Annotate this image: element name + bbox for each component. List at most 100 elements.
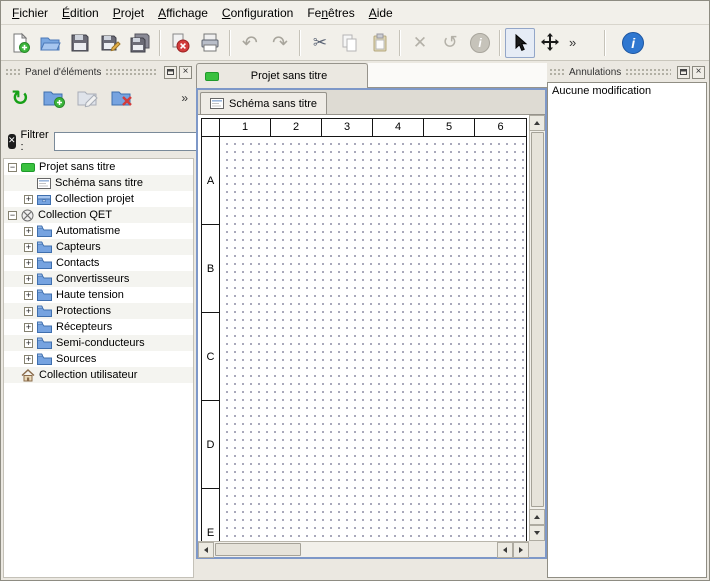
tree-item-label: Collection QET xyxy=(38,209,112,221)
expand-expander-icon[interactable]: + xyxy=(24,227,33,236)
horizontal-scrollbar[interactable] xyxy=(198,541,529,557)
menu-aide[interactable]: Aide xyxy=(362,3,400,23)
rotate-button[interactable]: ↺ xyxy=(435,28,465,58)
close-panel-button[interactable]: × xyxy=(179,66,192,79)
paste-button[interactable] xyxy=(365,28,395,58)
tab-schema[interactable]: Schéma sans titre xyxy=(200,92,327,114)
expand-expander-icon[interactable]: + xyxy=(24,195,33,204)
tree-item-protections[interactable]: + Protections xyxy=(4,303,193,319)
float-panel-button[interactable] xyxy=(164,66,177,79)
copy-button[interactable] xyxy=(335,28,365,58)
undo-icon: ↶ xyxy=(242,32,258,54)
folder-icon xyxy=(37,241,52,253)
undo-empty-item[interactable]: Aucune modification xyxy=(548,83,706,99)
new-project-button[interactable] xyxy=(5,28,35,58)
scroll-up-button[interactable] xyxy=(529,115,545,131)
project-tabbar: Projet sans titre xyxy=(196,63,547,88)
menu-fenetres[interactable]: Fenêtres xyxy=(300,3,361,23)
tab-project[interactable]: Projet sans titre xyxy=(196,63,368,88)
float-panel-button[interactable] xyxy=(677,66,690,79)
expand-expander-icon[interactable]: + xyxy=(24,323,33,332)
toolbar-overflow-button[interactable]: » xyxy=(565,35,580,50)
tree-item-project[interactable]: − Projet sans titre xyxy=(4,159,193,175)
tree-item-collection-utilisateur[interactable]: Collection utilisateur xyxy=(4,367,193,383)
open-project-button[interactable] xyxy=(35,28,65,58)
float-icon xyxy=(167,69,174,75)
copy-icon xyxy=(339,32,361,54)
column-ruler: 1 2 3 4 5 6 xyxy=(202,119,526,137)
vertical-scroll-thumb[interactable] xyxy=(531,132,544,507)
tree-item-automatisme[interactable]: + Automatisme xyxy=(4,223,193,239)
expand-expander-icon[interactable]: + xyxy=(24,355,33,364)
tree-item-sources[interactable]: + Sources xyxy=(4,351,193,367)
info-blue-icon: i xyxy=(622,32,644,54)
scroll-up-button[interactable] xyxy=(529,509,545,525)
row-header: D xyxy=(202,401,219,489)
tree-item-collection-projet[interactable]: + Collection projet xyxy=(4,191,193,207)
filter-input[interactable] xyxy=(54,132,204,151)
undo-panel-titlebar[interactable]: Annulations × xyxy=(547,64,707,80)
elements-panel-title: Panel d'éléments xyxy=(25,67,101,78)
save-button[interactable] xyxy=(65,28,95,58)
grid-dots[interactable] xyxy=(220,137,526,541)
expand-expander-icon[interactable]: + xyxy=(24,275,33,284)
tree-item-recepteurs[interactable]: + Récepteurs xyxy=(4,319,193,335)
schema-canvas[interactable]: 1 2 3 4 5 6 A B C D xyxy=(198,115,529,541)
undo-button[interactable]: ↶ xyxy=(235,28,265,58)
about-button[interactable]: i xyxy=(618,28,648,58)
new-element-button[interactable] xyxy=(39,83,69,113)
tree-item-schema[interactable]: Schéma sans titre xyxy=(4,175,193,191)
scroll-left-button[interactable] xyxy=(497,542,513,558)
delete-element-button[interactable] xyxy=(107,83,137,113)
horizontal-scroll-thumb[interactable] xyxy=(215,543,301,556)
delete-button[interactable]: ✕ xyxy=(405,28,435,58)
edit-element-button[interactable] xyxy=(73,83,103,113)
tree-item-label: Semi-conducteurs xyxy=(56,337,145,349)
element-info-button[interactable]: i xyxy=(465,28,495,58)
menu-configuration[interactable]: Configuration xyxy=(215,3,300,23)
save-all-button[interactable] xyxy=(125,28,155,58)
tree-item-haute-tension[interactable]: + Haute tension xyxy=(4,287,193,303)
scroll-down-button[interactable] xyxy=(529,525,545,541)
close-file-button[interactable] xyxy=(165,28,195,58)
cut-button[interactable]: ✂ xyxy=(305,28,335,58)
expand-expander-icon[interactable]: + xyxy=(24,291,33,300)
collapse-expander-icon[interactable]: − xyxy=(8,163,17,172)
print-button[interactable] xyxy=(195,28,225,58)
move-arrows-icon xyxy=(539,32,561,54)
tree-item-label: Schéma sans titre xyxy=(55,177,143,189)
redo-button[interactable]: ↷ xyxy=(265,28,295,58)
printer-icon xyxy=(199,32,221,54)
tree-item-collection-qet[interactable]: − Collection QET xyxy=(4,207,193,223)
menu-affichage[interactable]: Affichage xyxy=(151,3,215,23)
tree-item-contacts[interactable]: + Contacts xyxy=(4,255,193,271)
refresh-icon: ↻ xyxy=(11,86,29,110)
vertical-scrollbar[interactable] xyxy=(529,115,545,541)
scroll-left-button[interactable] xyxy=(198,542,214,558)
collapse-expander-icon[interactable]: − xyxy=(8,211,17,220)
schema-view: 1 2 3 4 5 6 A B C D xyxy=(198,114,545,557)
expand-expander-icon[interactable]: + xyxy=(24,259,33,268)
menu-edition[interactable]: Édition xyxy=(55,3,106,23)
select-tool-button[interactable] xyxy=(505,28,535,58)
tree-item-label: Contacts xyxy=(56,257,99,269)
scroll-right-button[interactable] xyxy=(513,542,529,558)
close-panel-button[interactable]: × xyxy=(692,66,705,79)
clear-filter-button[interactable]: ✕ xyxy=(8,134,16,149)
tree-item-convertisseurs[interactable]: + Convertisseurs xyxy=(4,271,193,287)
tree-item-semi-conducteurs[interactable]: + Semi-conducteurs xyxy=(4,335,193,351)
save-as-button[interactable] xyxy=(95,28,125,58)
menu-fichier[interactable]: Fichier xyxy=(5,3,55,23)
menu-projet[interactable]: Projet xyxy=(106,3,151,23)
expand-expander-icon[interactable]: + xyxy=(24,339,33,348)
move-tool-button[interactable] xyxy=(535,28,565,58)
tree-item-capteurs[interactable]: + Capteurs xyxy=(4,239,193,255)
elements-panel-titlebar[interactable]: Panel d'éléments × xyxy=(3,64,194,80)
expand-expander-icon[interactable]: + xyxy=(24,307,33,316)
arrow-up-icon xyxy=(534,515,540,519)
project-tab-label: Projet sans titre xyxy=(251,70,327,82)
reload-collections-button[interactable]: ↻ xyxy=(5,83,35,113)
column-header: 6 xyxy=(475,119,526,136)
panel-toolbar-overflow-button[interactable]: » xyxy=(181,91,192,105)
expand-expander-icon[interactable]: + xyxy=(24,243,33,252)
